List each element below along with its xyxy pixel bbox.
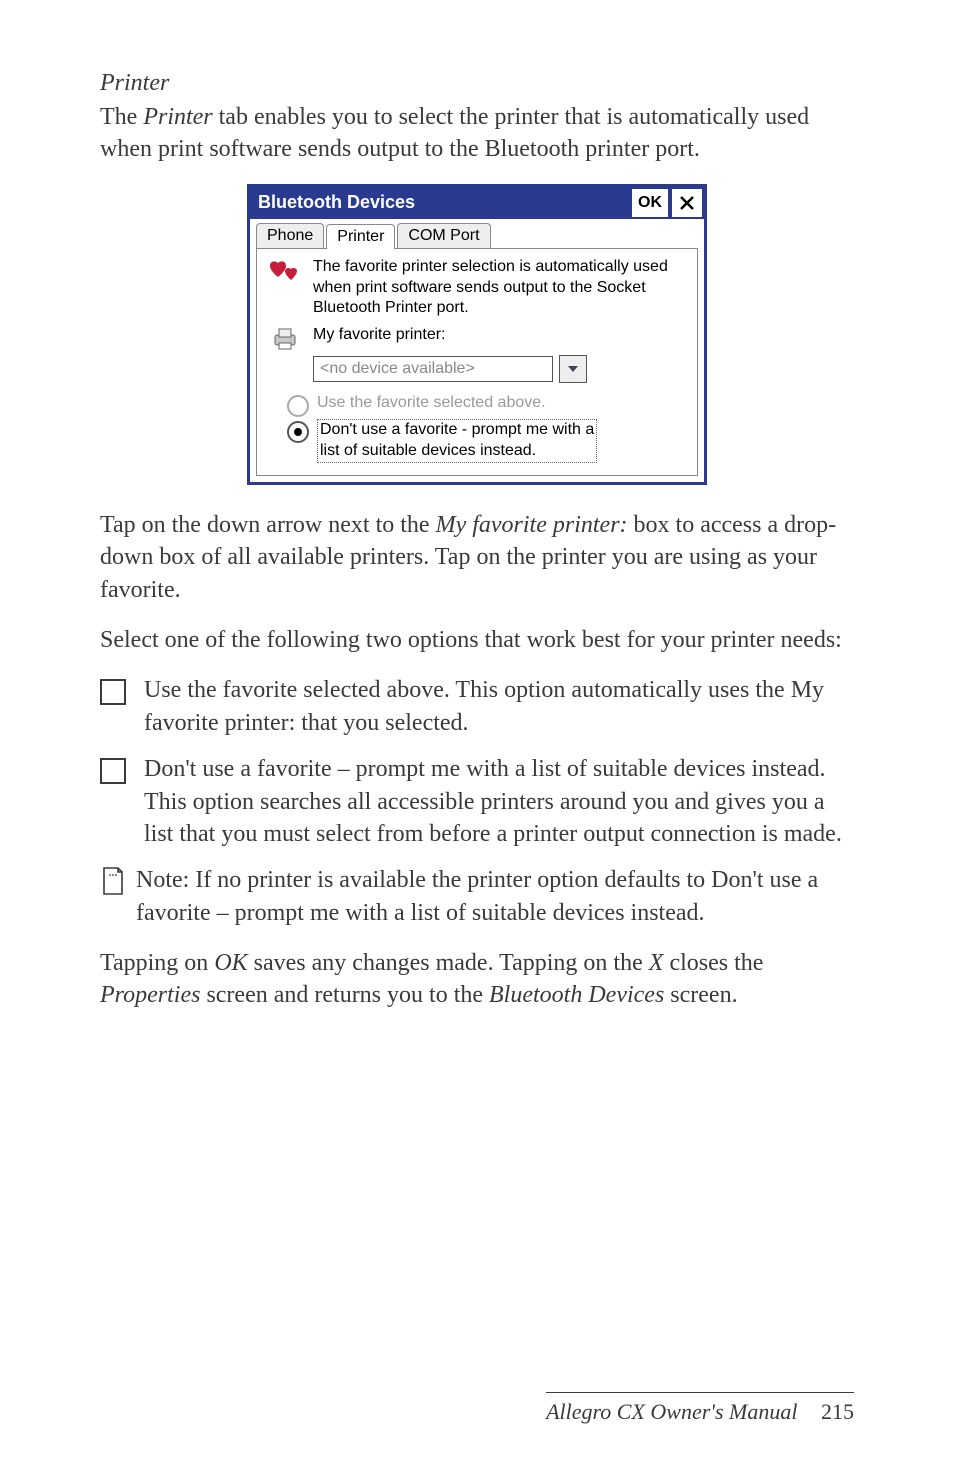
note-text: Note: If no printer is available the pri… <box>136 864 854 929</box>
paragraph-3: Select one of the following two options … <box>100 624 854 656</box>
hearts-icon <box>267 257 303 285</box>
p4-em3: Properties <box>100 982 200 1008</box>
printer-icon <box>267 325 303 353</box>
chevron-down-icon <box>567 363 579 375</box>
favorite-printer-combo[interactable]: <no device available> <box>313 356 553 382</box>
footer-page-number: 215 <box>821 1399 854 1424</box>
dialog-title-bar: Bluetooth Devices OK <box>250 187 704 219</box>
paragraph-2: Tap on the down arrow next to the My fav… <box>100 509 854 606</box>
intro-text-a: The <box>100 104 143 130</box>
option-list: Use the favorite selected above. This op… <box>100 674 854 850</box>
p4b: saves any changes made. Tapping on the <box>248 950 649 976</box>
footer-title: Allegro CX Owner's Manual <box>546 1399 797 1424</box>
checkbox-icon <box>100 679 126 705</box>
tab-panel: The favorite printer selection is automa… <box>256 248 698 476</box>
radio-use-favorite-label: Use the favorite selected above. <box>317 393 546 414</box>
radio-prompt-list-label: Don't use a favorite - prompt me with a … <box>317 419 597 463</box>
p4e: screen. <box>664 982 737 1008</box>
radio2-line2: list of suitable devices instead. <box>320 442 536 459</box>
note-paragraph: Note: If no printer is available the pri… <box>100 864 854 929</box>
note-icon <box>100 866 126 896</box>
ok-button[interactable]: OK <box>630 187 670 219</box>
list-item: Use the favorite selected above. This op… <box>100 674 854 739</box>
bullet-2-text: Don't use a favorite – prompt me with a … <box>140 753 854 850</box>
close-button[interactable] <box>670 187 704 219</box>
p4-em1: OK <box>214 950 247 976</box>
bullet-1-text: Use the favorite selected above. This op… <box>140 674 854 739</box>
tab-comport[interactable]: COM Port <box>397 223 490 248</box>
list-item: Don't use a favorite – prompt me with a … <box>100 753 854 850</box>
dialog-title: Bluetooth Devices <box>250 187 630 219</box>
p2a: Tap on the down arrow next to the <box>100 512 436 538</box>
tab-row: Phone Printer COM Port <box>250 219 704 248</box>
combo-dropdown-button[interactable] <box>559 355 587 383</box>
intro-em: Printer <box>143 104 212 130</box>
p4a: Tapping on <box>100 950 214 976</box>
p2-em: My favorite printer: <box>436 512 628 538</box>
intro-paragraph: The Printer tab enables you to select th… <box>100 101 854 166</box>
radio-prompt-list[interactable] <box>287 421 309 443</box>
dialog-screenshot: Bluetooth Devices OK Phone Printer COM P… <box>247 184 707 485</box>
p4-em4: Bluetooth Devices <box>489 982 664 1008</box>
panel-description: The favorite printer selection is automa… <box>313 257 687 319</box>
radio2-line1: Don't use a favorite - prompt me with a <box>320 421 594 438</box>
tab-phone[interactable]: Phone <box>256 223 324 248</box>
p4-em2: X <box>649 950 664 976</box>
paragraph-4: Tapping on OK saves any changes made. Ta… <box>100 947 854 1012</box>
section-heading: Printer <box>100 70 854 97</box>
radio-use-favorite[interactable] <box>287 395 309 417</box>
close-icon <box>679 195 695 211</box>
p4d: screen and returns you to the <box>200 982 489 1008</box>
p4c: closes the <box>663 950 763 976</box>
favorite-printer-label: My favorite printer: <box>313 325 445 346</box>
page-footer: Allegro CX Owner's Manual 215 <box>546 1392 854 1425</box>
tab-printer[interactable]: Printer <box>326 224 395 249</box>
checkbox-icon <box>100 758 126 784</box>
